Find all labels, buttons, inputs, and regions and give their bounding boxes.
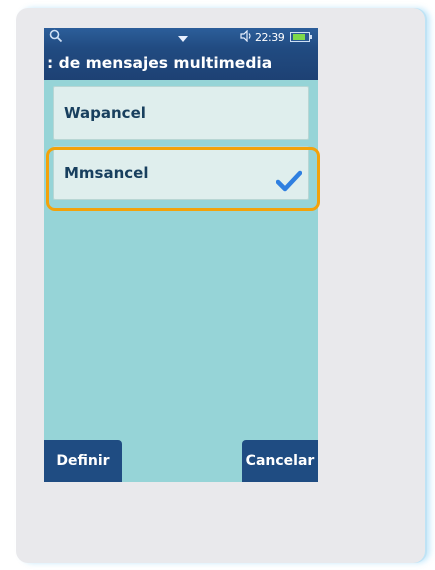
list-item-label: Wapancel xyxy=(64,104,146,122)
cancel-button[interactable]: Cancelar xyxy=(242,440,318,482)
status-time: 22:39 xyxy=(255,31,285,44)
checkmark-icon xyxy=(275,161,303,213)
list-item-wapancel[interactable]: Wapancel xyxy=(53,86,309,140)
page-title: : de mensajes multimedia xyxy=(44,48,318,80)
status-bar: 22:39 xyxy=(44,28,318,48)
define-button[interactable]: Definir xyxy=(44,440,122,482)
phone-screen: 22:39 : de mensajes multimedia Wapancel … xyxy=(44,28,318,482)
arrow-down-icon[interactable] xyxy=(178,32,188,46)
battery-icon xyxy=(290,32,312,42)
list-item-mmsancel[interactable]: Mmsancel xyxy=(53,146,309,200)
search-icon[interactable] xyxy=(49,29,63,46)
list-item-label: Mmsancel xyxy=(64,164,149,182)
sound-icon xyxy=(240,29,252,45)
